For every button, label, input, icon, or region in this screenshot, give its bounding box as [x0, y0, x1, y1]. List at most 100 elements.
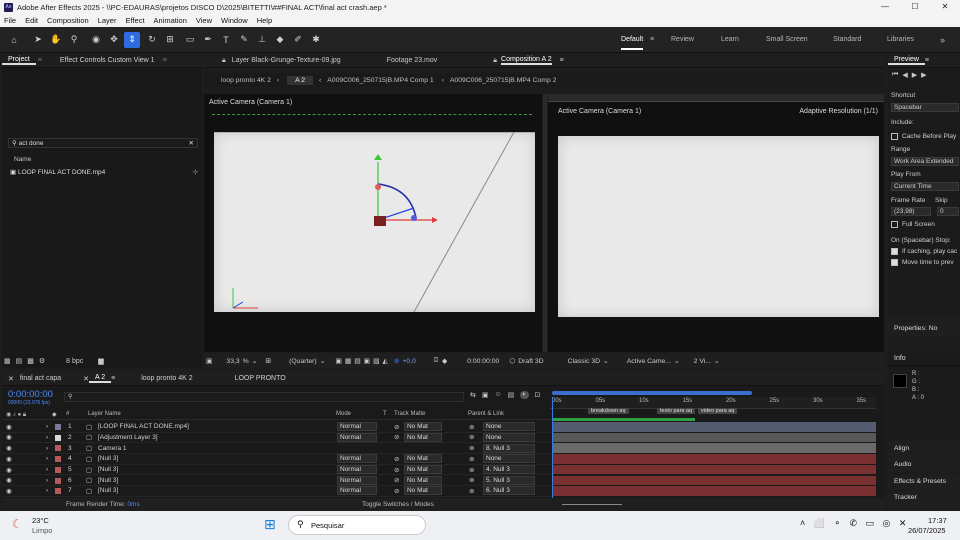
checkbox-checked-icon[interactable] [891, 259, 898, 266]
renderer-chevron-icon[interactable]: ⌄ [603, 357, 609, 365]
parent-dropdown[interactable]: None [483, 432, 535, 442]
exposure-value[interactable]: +0,0 [402, 358, 415, 365]
breadcrumb-item[interactable]: A009C006_250715|B.MP4 Comp 1 [327, 77, 433, 84]
views-dropdown[interactable]: 2 Vi... [694, 358, 711, 365]
track-matte-header[interactable]: Track Matte [394, 411, 425, 417]
views-chevron-icon[interactable]: ⌄ [714, 357, 720, 365]
camera-dolly-icon[interactable]: ⇕ [124, 31, 140, 48]
move-icon[interactable]: ✥ [106, 32, 122, 48]
matte-link-icon[interactable]: ⊘ [394, 466, 399, 474]
align-panel-header[interactable]: Align [888, 442, 960, 456]
grid-icon[interactable]: ⊞ [265, 357, 271, 365]
mask-view-icon[interactable]: ▤ [354, 357, 360, 365]
layer-name[interactable]: [LOOP FINAL ACT DONE.mp4] [98, 423, 189, 430]
camera-chevron-icon[interactable]: ⌄ [674, 357, 680, 365]
workspace-small-screen[interactable]: Small Screen [766, 27, 808, 53]
timeline-marker[interactable]: texto para aq [657, 408, 696, 414]
settings-icon[interactable]: ⚙ [39, 357, 45, 365]
current-timecode[interactable]: 0:00:00:00 [8, 389, 53, 400]
layer-name[interactable]: [Null 3] [98, 477, 118, 484]
visibility-eye-icon[interactable]: ◉ [6, 455, 12, 463]
taskbar-search[interactable]: ⚲ Pesquisar [288, 515, 426, 535]
zoom-dropdown-icon[interactable]: ⌄ [252, 357, 258, 365]
graph-editor-icon[interactable]: ⊡ [535, 391, 541, 399]
eraser-icon[interactable]: ◆ [272, 32, 288, 48]
name-column-header[interactable]: Name [14, 156, 31, 163]
layer-name[interactable]: [Null 3] [98, 487, 118, 494]
cache-checkbox[interactable]: Cache Before Play [891, 133, 956, 140]
properties-panel-header[interactable]: Properties: No [888, 322, 960, 336]
composition-menu-icon[interactable]: ≡ [560, 57, 564, 64]
matte-link-icon[interactable]: ⊘ [394, 487, 399, 495]
pen-icon[interactable]: ✒ [200, 32, 216, 48]
track-matte-dropdown[interactable]: No Mat [404, 465, 442, 475]
tab-effect-controls[interactable]: Effect Controls Custom View 1 [54, 57, 161, 64]
toggle-switches-modes[interactable]: Toggle Switches / Modes [362, 501, 434, 508]
label-color[interactable] [55, 477, 61, 484]
layer-duration-bar[interactable] [553, 464, 876, 475]
system-tray-icons[interactable]: ˄ ⬜ ⚬ ✆ ▭ ◎ ✕ [800, 518, 909, 529]
next-frame-icon[interactable]: ▶ [921, 71, 926, 79]
tab-footage[interactable]: Footage 23.mov [387, 57, 438, 64]
menu-file[interactable]: File [4, 16, 16, 25]
layer-duration-bar[interactable] [553, 454, 876, 464]
composition-flowchart-icon[interactable]: ⇆ [470, 391, 476, 399]
tab-composition[interactable]: Composition A 2 [501, 56, 552, 65]
brush-icon[interactable]: ✎ [236, 32, 252, 48]
exposure-icon[interactable]: ⊛ [394, 357, 400, 365]
renderer-dropdown[interactable]: Classic 3D [568, 358, 600, 365]
clear-search-icon[interactable]: ✕ [189, 139, 194, 147]
draft-3d-icon[interactable]: ⬡ [509, 357, 515, 365]
timeline-marker[interactable]: video para aq [698, 408, 738, 414]
t-header[interactable]: T [383, 411, 387, 417]
tab-layer[interactable]: Layer Black-Grunge-Texture-09.jpg [232, 57, 341, 64]
expand-chevron-icon[interactable]: › [46, 487, 48, 494]
num-header[interactable]: # [66, 411, 69, 417]
clone-stamp-icon[interactable]: ⊥ [254, 32, 270, 48]
track-matte-dropdown[interactable]: No Mat [404, 475, 442, 485]
effects-presets-header[interactable]: Effects & Presets [888, 475, 960, 489]
tab-menu-icon[interactable]: ≡ [111, 375, 115, 382]
parent-dropdown[interactable]: 5. Null 3 [483, 475, 535, 485]
tab-composition-lock-icon[interactable]: 🔒︎ [493, 57, 497, 65]
parent-dropdown[interactable]: 4. Null 3 [483, 465, 535, 475]
layer-row[interactable]: ◉ › 7 ▢ [Null 3] Normal ⊘ No Mat ⊚ 6. Null 3 [2, 486, 554, 497]
timecode-display[interactable]: 0:00:00:00 [467, 358, 499, 365]
track-matte-dropdown[interactable]: No Mat [404, 432, 442, 442]
layer-name[interactable]: [Adjustment Layer 3] [98, 434, 158, 441]
mode-dropdown[interactable]: Normal [337, 465, 377, 475]
pickwhip-icon[interactable]: ⊚ [469, 444, 474, 452]
tab-final-act-capa[interactable]: final act capa [14, 375, 67, 382]
visibility-eye-icon[interactable]: ◉ [6, 487, 12, 495]
menu-layer[interactable]: Layer [98, 16, 117, 25]
tab-project[interactable]: Project [2, 56, 36, 65]
pickwhip-icon[interactable]: ⊚ [469, 433, 474, 441]
expand-chevron-icon[interactable]: › [46, 445, 48, 452]
new-folder-icon[interactable]: ▤ [16, 357, 23, 365]
range-dropdown[interactable]: Work Area Extended [891, 157, 959, 166]
layer-row[interactable]: ◉ › 6 ▢ [Null 3] Normal ⊘ No Mat ⊚ 5. Null 3 [2, 475, 554, 486]
rectangle-mask-icon[interactable]: ▭ [182, 32, 198, 48]
motion-blur-icon[interactable]: ◐ [520, 391, 529, 399]
left-viewer[interactable]: Active Camera (Camera 1) [204, 94, 542, 352]
close-button[interactable]: ✕ [930, 0, 960, 14]
visibility-eye-icon[interactable]: ◉ [6, 476, 12, 484]
new-comp-icon[interactable]: ▩ [27, 357, 34, 365]
timeline-search[interactable]: ⚲ [64, 392, 464, 402]
start-icon[interactable]: ⊞ [264, 516, 276, 533]
weather-icon[interactable]: ☾ [12, 517, 23, 531]
pickwhip-icon[interactable]: ⊚ [469, 423, 474, 431]
project-item[interactable]: ▣ LOOP FINAL ACT DONE.mp4 ⊹ [10, 168, 200, 178]
track-matte-dropdown[interactable]: No Mat [404, 486, 442, 496]
layer-duration-bar[interactable] [553, 443, 876, 453]
pickwhip-icon[interactable]: ⊚ [469, 455, 474, 463]
search-input[interactable]: act done [19, 140, 44, 147]
layer-duration-bar[interactable] [553, 475, 876, 485]
viewer-divider[interactable] [543, 94, 547, 352]
menu-help[interactable]: Help [257, 16, 272, 25]
transparency-grid-icon[interactable]: ▦ [345, 357, 351, 365]
matte-link-icon[interactable]: ⊘ [394, 455, 399, 463]
mode-dropdown[interactable]: Normal [337, 475, 377, 485]
delete-icon[interactable]: ▆ [98, 357, 103, 365]
checkbox-checked-icon[interactable] [891, 248, 898, 255]
